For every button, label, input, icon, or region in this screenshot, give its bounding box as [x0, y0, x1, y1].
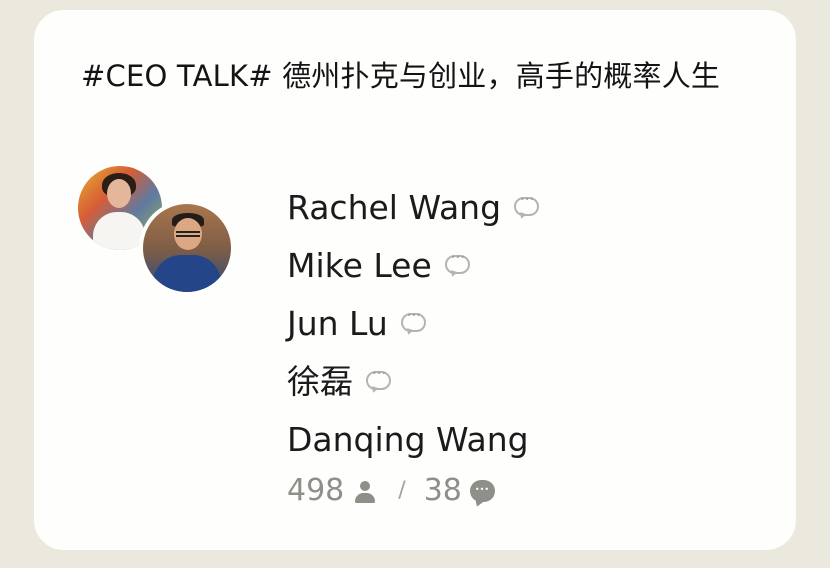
chat-bubble-icon: [514, 191, 540, 216]
speaker-item[interactable]: Mike Lee: [287, 237, 539, 295]
listener-count: 498: [287, 473, 345, 508]
speaker-avatars: [78, 166, 238, 296]
stats-separator: /: [398, 478, 406, 503]
speaker-item[interactable]: Rachel Wang: [287, 179, 540, 237]
person-icon: [354, 480, 376, 504]
speaker-item[interactable]: 徐磊: [287, 353, 539, 411]
room-card[interactable]: #CEO TALK# 德州扑克与创业，高手的概率人生 Rachel Wang M…: [34, 10, 796, 550]
speaker-name: Danqing Wang: [287, 420, 529, 459]
comment-count: 38: [423, 473, 462, 508]
speaker-name: Jun Lu: [287, 304, 388, 343]
speaker-item[interactable]: Danqing Wang: [287, 411, 539, 469]
speaker-item[interactable]: Jun Lu: [287, 295, 539, 353]
speaker-name: Rachel Wang: [287, 188, 502, 227]
comment-icon: [469, 479, 495, 502]
speaker-name: 徐磊: [287, 362, 353, 401]
avatar-man: [143, 204, 231, 292]
room-stats: 498 / 38: [287, 469, 495, 513]
chat-bubble-icon: [366, 365, 391, 390]
avatar-glasses: [176, 231, 200, 237]
room-title: #CEO TALK# 德州扑克与创业，高手的概率人生: [81, 59, 721, 93]
chat-bubble-icon: [444, 249, 470, 274]
avatar-face: [107, 179, 131, 208]
avatar-shirt: [93, 212, 145, 250]
speaker-list: Rachel Wang Mike Lee Jun Lu 徐磊 Danqing W…: [287, 179, 540, 469]
chat-bubble-icon: [400, 307, 426, 332]
speaker-name: Mike Lee: [287, 246, 432, 285]
avatar-jacket: [153, 255, 221, 292]
